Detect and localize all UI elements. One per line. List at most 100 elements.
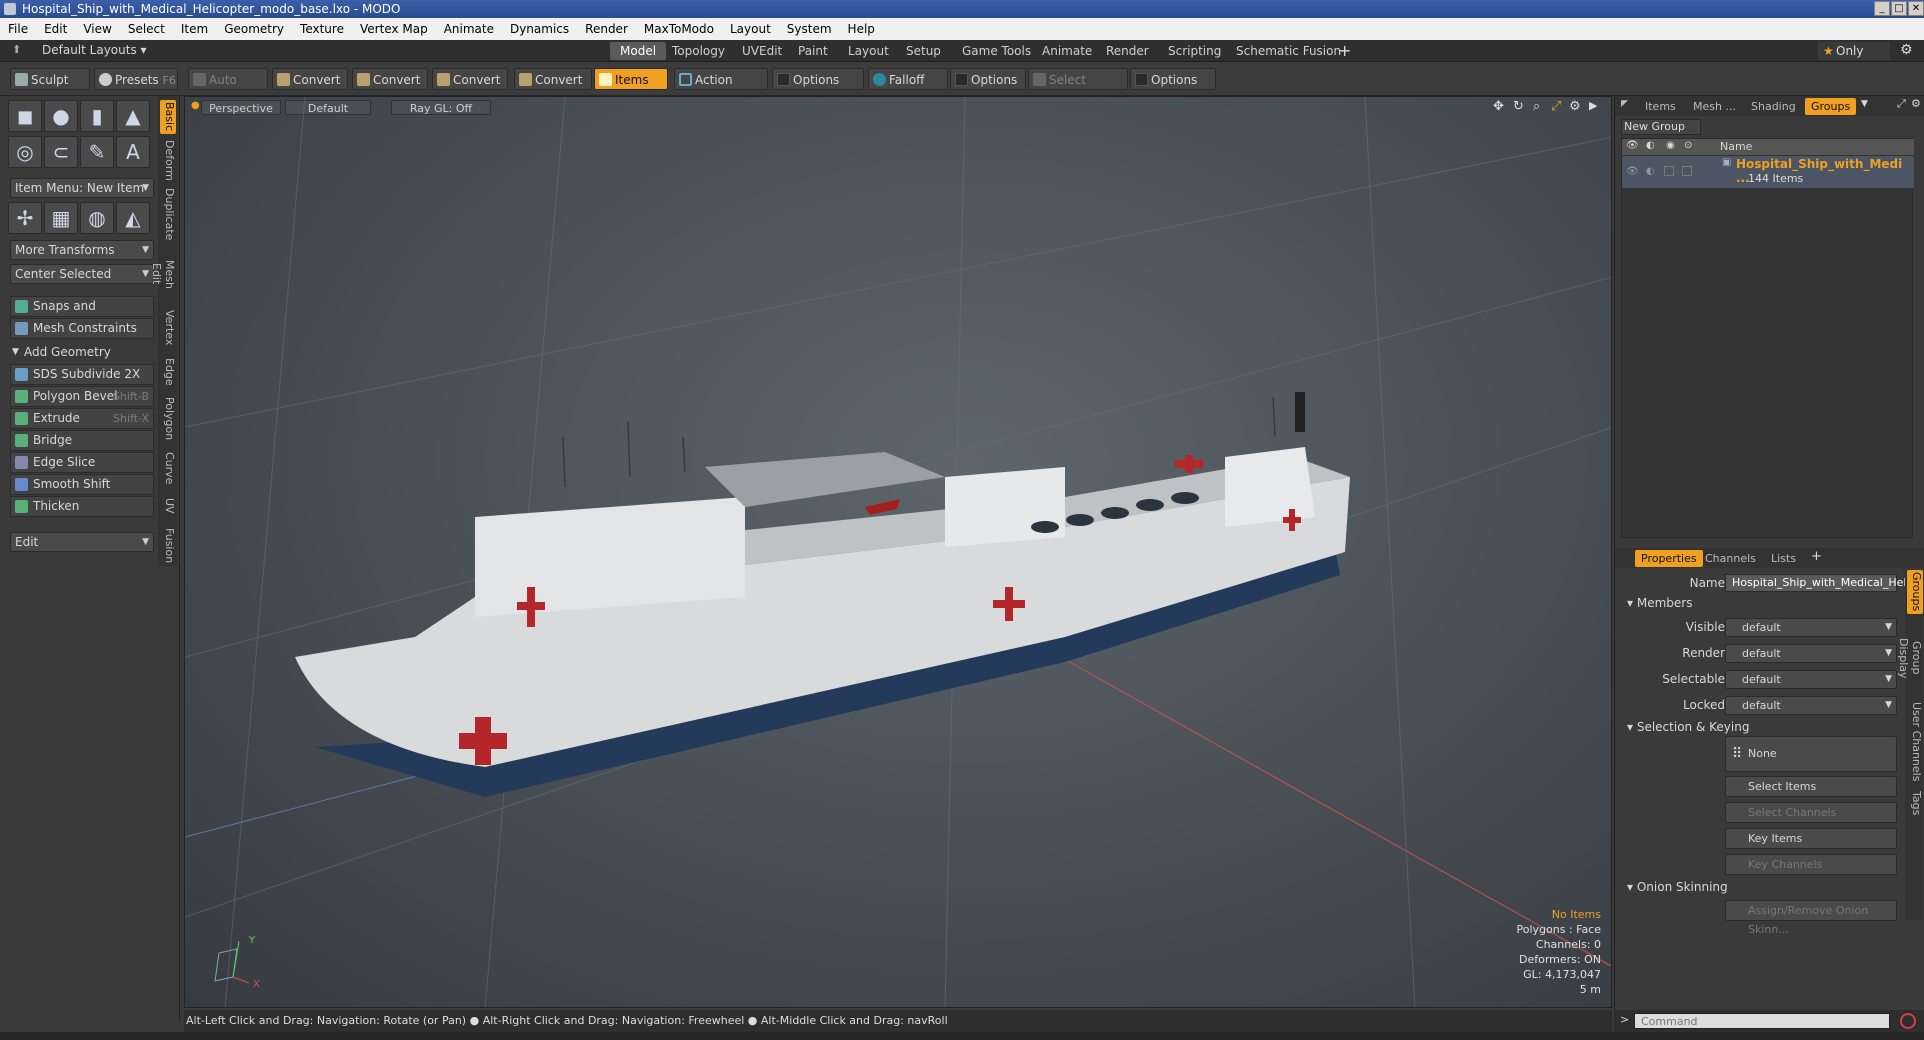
3d-viewport[interactable]: ● Perspective Default Ray GL: Off ✥ ↻ ⌕ … — [184, 96, 1612, 1008]
plane-icon[interactable]: ◭ — [116, 202, 150, 234]
cone-icon[interactable]: ▲ — [116, 100, 150, 132]
new-group-button[interactable]: New Group — [1621, 119, 1701, 135]
items-mode-button[interactable]: Items — [594, 68, 668, 90]
torus-icon[interactable]: ◎ — [8, 136, 42, 168]
edge-slice-button[interactable]: Edge Slice — [10, 452, 154, 473]
add-prop-tab-icon[interactable]: + — [1811, 549, 1822, 564]
onion-skinning-section[interactable]: ▾ Onion Skinning — [1627, 880, 1728, 894]
tab-groups[interactable]: Groups — [1805, 98, 1857, 115]
key-items-button[interactable]: Key Items — [1725, 828, 1897, 849]
vtab-edge[interactable]: Edge — [160, 356, 176, 388]
tab-render[interactable]: Render — [1096, 42, 1159, 60]
menu-vertex-map[interactable]: Vertex Map — [352, 18, 436, 40]
presets-button[interactable]: Presets F6 — [94, 68, 178, 90]
item-menu-dropdown[interactable]: Item Menu: New Item — [10, 178, 154, 198]
row-render-icon[interactable]: ◐ — [1646, 166, 1655, 177]
tab-model[interactable]: Model — [610, 42, 667, 60]
maximize-button[interactable]: □ — [1891, 1, 1907, 16]
render-dropdown[interactable]: default — [1725, 644, 1897, 663]
select-through-button[interactable]: Select Through — [1028, 68, 1128, 109]
sculpt-button[interactable]: Sculpt — [10, 68, 90, 90]
vtab-duplicate[interactable]: Duplicate — [160, 188, 176, 240]
vtab-mesh-edit[interactable]: Mesh Edit — [150, 248, 176, 300]
panel-menu-icon[interactable]: ◤ — [1621, 99, 1628, 109]
group-row[interactable]: 👁 ◐ ▣ Hospital_Ship_with_Medi ... 144 It… — [1622, 156, 1914, 188]
auto-select-button[interactable]: Auto Select — [188, 68, 268, 109]
cylinder-icon[interactable]: ▮ — [80, 100, 114, 132]
menu-geometry[interactable]: Geometry — [216, 18, 292, 40]
menu-dynamics[interactable]: Dynamics — [502, 18, 577, 40]
group-name-input[interactable]: Hospital_Ship_with_Medical_Helic — [1725, 574, 1916, 592]
convert-button-1[interactable]: Convert — [272, 68, 348, 90]
select-icon[interactable]: ◉ — [1666, 140, 1675, 151]
locked-dropdown[interactable]: default — [1725, 696, 1897, 715]
falloff-button[interactable]: Falloff — [868, 68, 948, 90]
center-selected-dropdown[interactable]: Center Selected — [10, 264, 154, 284]
extrude-button[interactable]: Extrude Shift-X — [10, 408, 154, 429]
bridge-button[interactable]: Bridge — [10, 430, 154, 451]
menu-system[interactable]: System — [779, 18, 840, 40]
vtab-curve[interactable]: Curve — [160, 450, 176, 486]
sphere-icon[interactable]: ● — [44, 100, 78, 132]
tab-channels[interactable]: Channels — [1699, 550, 1762, 567]
members-section[interactable]: ▾ Members — [1627, 596, 1692, 610]
tab-topology[interactable]: Topology — [662, 42, 735, 60]
selectable-dropdown[interactable]: default — [1725, 670, 1897, 689]
tab-uvedit[interactable]: UVEdit — [732, 42, 792, 60]
vtab-group-display[interactable]: Group Display — [1897, 620, 1923, 696]
render-icon[interactable]: ◐ — [1646, 140, 1655, 151]
menu-layout[interactable]: Layout — [722, 18, 779, 40]
snaps-precision-button[interactable]: Snaps and Precision — [10, 296, 154, 332]
assign-onion-skin-button[interactable]: Assign/Remove Onion Skinn... — [1725, 900, 1897, 936]
vtab-groups[interactable]: Groups — [1907, 570, 1923, 614]
selection-keying-section[interactable]: ▾ Selection & Keying — [1627, 720, 1749, 734]
edit-dropdown[interactable]: Edit — [10, 532, 154, 552]
expand-panel-icon[interactable]: ⤢ — [1897, 97, 1906, 111]
convert-button-2[interactable]: Convert — [352, 68, 428, 90]
menu-select[interactable]: Select — [120, 18, 173, 40]
tab-lists[interactable]: Lists — [1765, 550, 1802, 567]
menu-edit[interactable]: Edit — [36, 18, 75, 40]
action-center-button[interactable]: Action Center — [674, 68, 768, 109]
pin-icon[interactable]: ⬆ — [12, 43, 21, 56]
capsule-icon[interactable]: ⊂ — [44, 136, 78, 168]
polygon-bevel-button[interactable]: Polygon Bevel Shift-B — [10, 386, 154, 407]
menu-view[interactable]: View — [75, 18, 119, 40]
tab-mesh[interactable]: Mesh ... — [1687, 98, 1742, 115]
tab-layout[interactable]: Layout — [838, 42, 899, 60]
row-select-toggle[interactable] — [1664, 166, 1674, 176]
grid-icon[interactable]: ▦ — [44, 202, 78, 234]
minimize-button[interactable]: _ — [1874, 1, 1890, 16]
menu-animate[interactable]: Animate — [436, 18, 502, 40]
options-checkbox[interactable] — [1135, 73, 1148, 86]
tab-items[interactable]: Items — [1639, 98, 1682, 115]
command-input[interactable] — [1634, 1013, 1890, 1029]
options-button-3[interactable]: Options — [1130, 68, 1216, 90]
convert-button-3[interactable]: Convert — [432, 68, 508, 90]
only-toggle[interactable]: ★ Only — [1818, 42, 1890, 60]
select-items-button[interactable]: Select Items — [1725, 776, 1897, 797]
smooth-shift-button[interactable]: Smooth Shift — [10, 474, 154, 495]
add-geometry-header[interactable]: ▼ Add Geometry — [10, 342, 154, 362]
cube-icon[interactable]: ◼ — [8, 100, 42, 132]
key-channels-button[interactable]: Key Channels — [1725, 854, 1897, 875]
vtab-deform[interactable]: Deform — [160, 140, 176, 181]
menu-render[interactable]: Render — [577, 18, 636, 40]
menu-file[interactable]: File — [0, 18, 36, 40]
tab-schematic-fusion[interactable]: Schematic Fusion — [1226, 42, 1351, 60]
pen-icon[interactable]: ✎ — [80, 136, 114, 168]
convert-button-4[interactable]: Convert — [514, 68, 592, 90]
mesh-constraints-button[interactable]: Mesh Constraints — [10, 318, 154, 339]
close-button[interactable]: ✕ — [1908, 1, 1924, 16]
options-checkbox[interactable] — [777, 73, 790, 86]
menu-help[interactable]: Help — [840, 18, 883, 40]
vtab-uv[interactable]: UV — [160, 494, 176, 518]
tab-animate[interactable]: Animate — [1032, 42, 1102, 60]
menu-texture[interactable]: Texture — [292, 18, 352, 40]
sds-subdivide-button[interactable]: SDS Subdivide 2X — [10, 364, 154, 385]
add-tab-icon[interactable]: + — [1338, 41, 1351, 60]
tabs-dropdown-icon[interactable]: ▼ — [1861, 99, 1868, 109]
globe-icon[interactable]: ◍ — [80, 202, 114, 234]
name-column-header[interactable]: Name — [1720, 140, 1752, 153]
transform-icon[interactable]: ✢ — [8, 202, 42, 234]
